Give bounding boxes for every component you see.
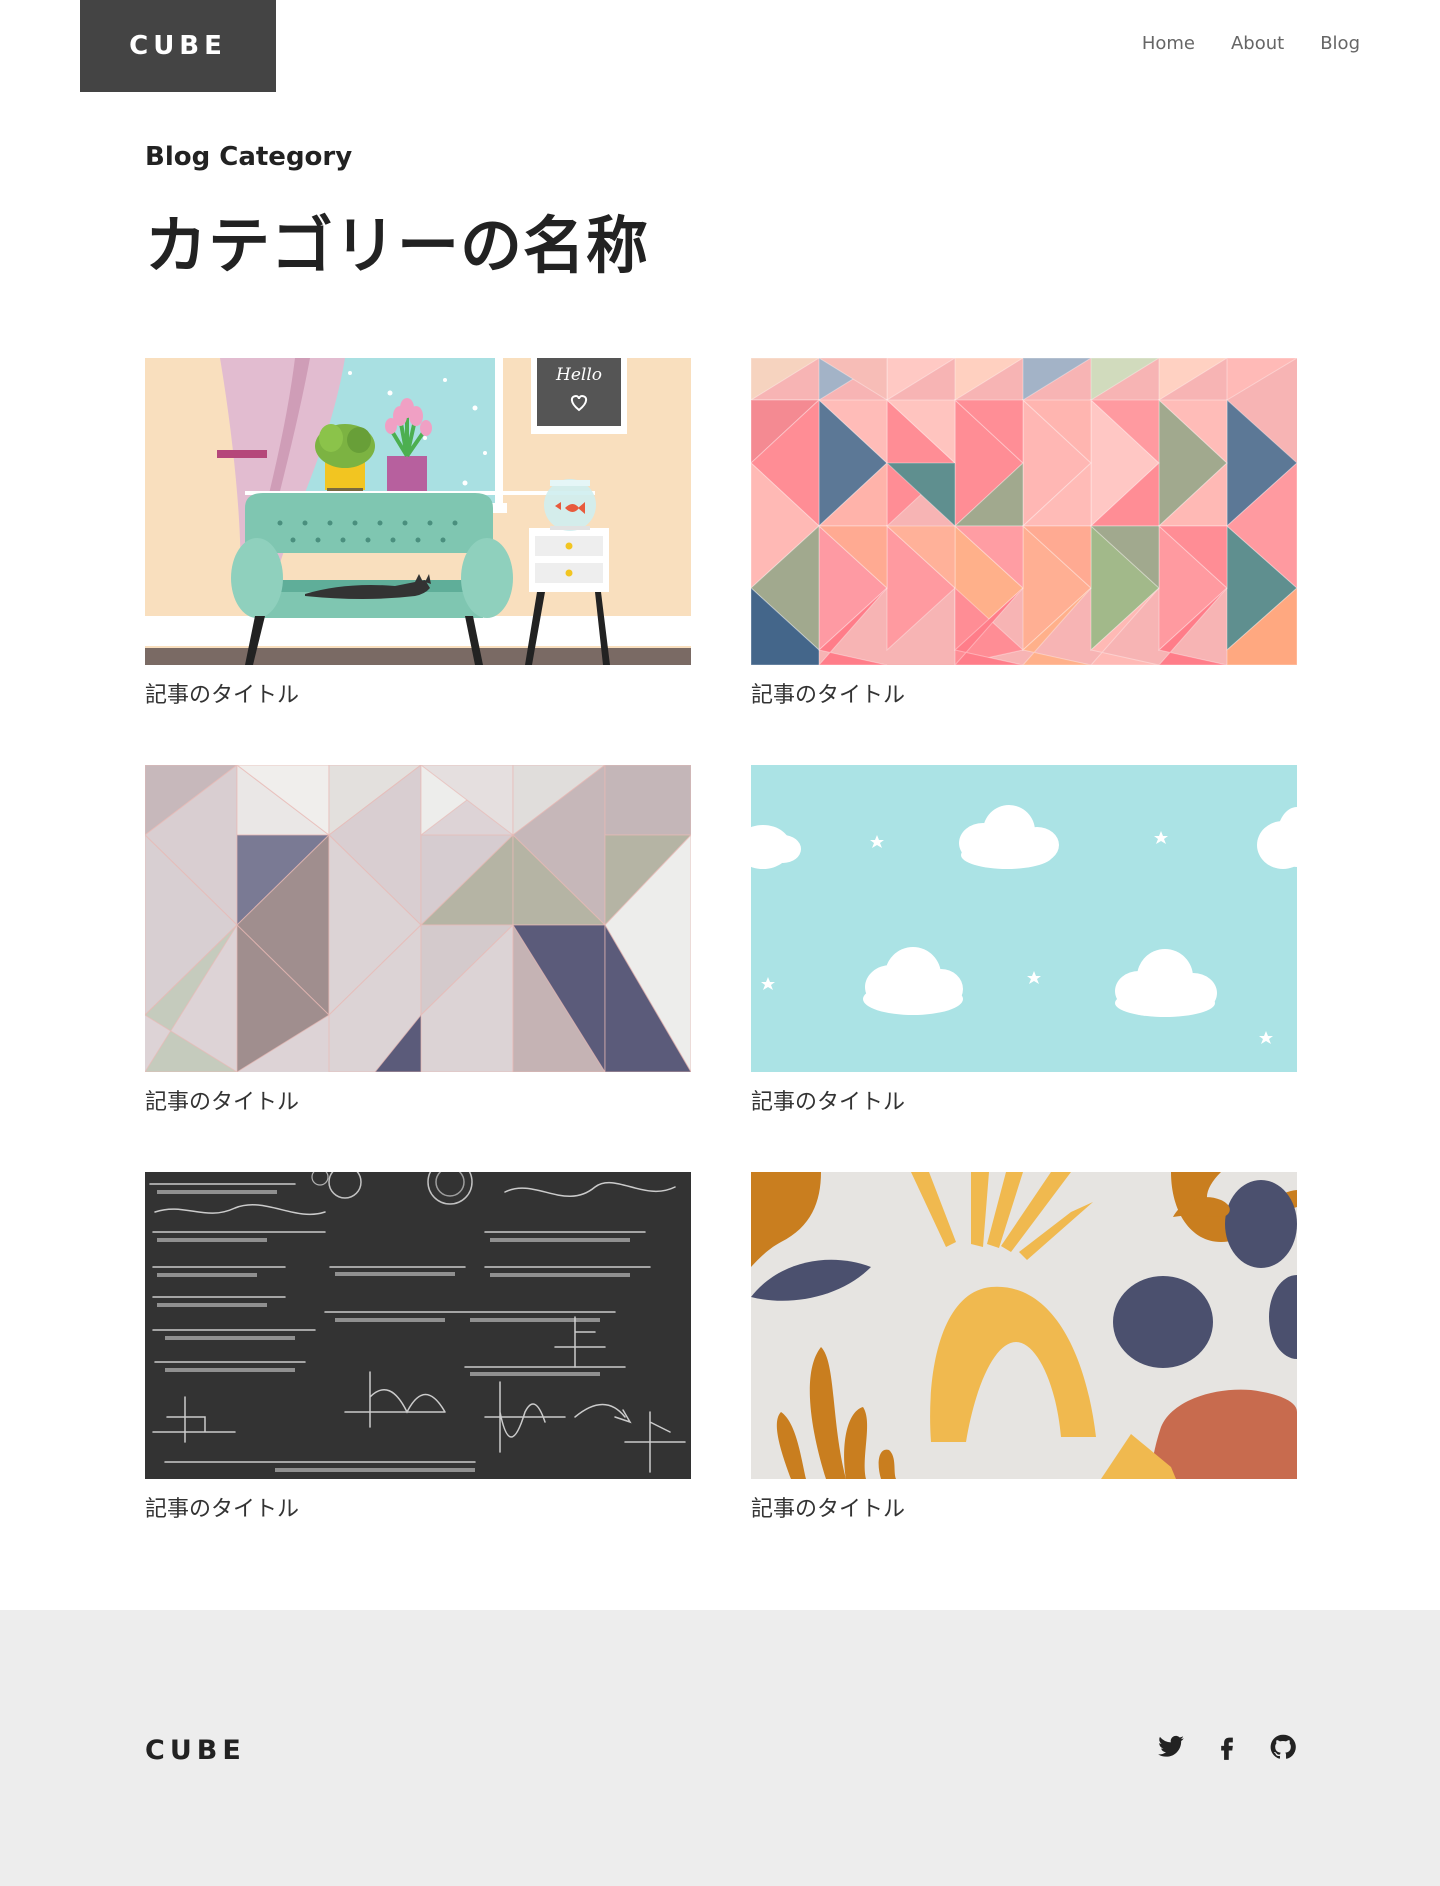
post-card[interactable]: 記事のタイトル (751, 358, 1297, 718)
category-eyebrow: Blog Category (145, 142, 353, 172)
post-card[interactable]: 記事のタイトル (751, 765, 1297, 1125)
social-links (1157, 1733, 1297, 1761)
pastel-geometric-thumbnail (751, 358, 1297, 665)
facebook-icon (1221, 1737, 1233, 1760)
sky-clouds-thumbnail (751, 765, 1297, 1072)
twitter-link[interactable] (1157, 1733, 1185, 1761)
site-logo[interactable]: CUBE (80, 0, 276, 92)
github-icon (1270, 1734, 1296, 1759)
nav-home-link[interactable]: Home (1142, 33, 1195, 54)
page-title: カテゴリーの名称 (145, 209, 650, 282)
post-card[interactable]: 記事のタイトル (145, 765, 691, 1125)
post-title[interactable]: 記事のタイトル (751, 1084, 1297, 1116)
nav-about-link[interactable]: About (1231, 33, 1284, 54)
nav-blog-link[interactable]: Blog (1320, 33, 1360, 54)
post-card[interactable]: 記事のタイトル (751, 1172, 1297, 1532)
post-title[interactable]: 記事のタイトル (145, 1084, 691, 1116)
abstract-shapes-thumbnail (751, 1172, 1297, 1479)
twitter-icon (1158, 1735, 1184, 1757)
site-footer: CUBE (0, 1610, 1440, 1886)
post-title[interactable]: 記事のタイトル (751, 677, 1297, 709)
living-room-thumbnail: Hello (145, 358, 691, 665)
post-card[interactable]: 記事のタイトル (145, 1172, 691, 1532)
post-title[interactable]: 記事のタイトル (751, 1491, 1297, 1523)
github-link[interactable] (1269, 1733, 1297, 1761)
post-title[interactable]: 記事のタイトル (145, 677, 691, 709)
facebook-link[interactable] (1213, 1733, 1241, 1761)
post-title[interactable]: 記事のタイトル (145, 1491, 691, 1523)
footer-logo[interactable]: CUBE (145, 1735, 246, 1766)
chalkboard-thumbnail (145, 1172, 691, 1479)
main-nav: Home About Blog (1142, 33, 1360, 54)
muted-geometric-thumbnail (145, 765, 691, 1072)
post-card[interactable]: Hello 記事のタイトル (145, 358, 691, 718)
hello-sign-text: Hello (555, 365, 602, 385)
